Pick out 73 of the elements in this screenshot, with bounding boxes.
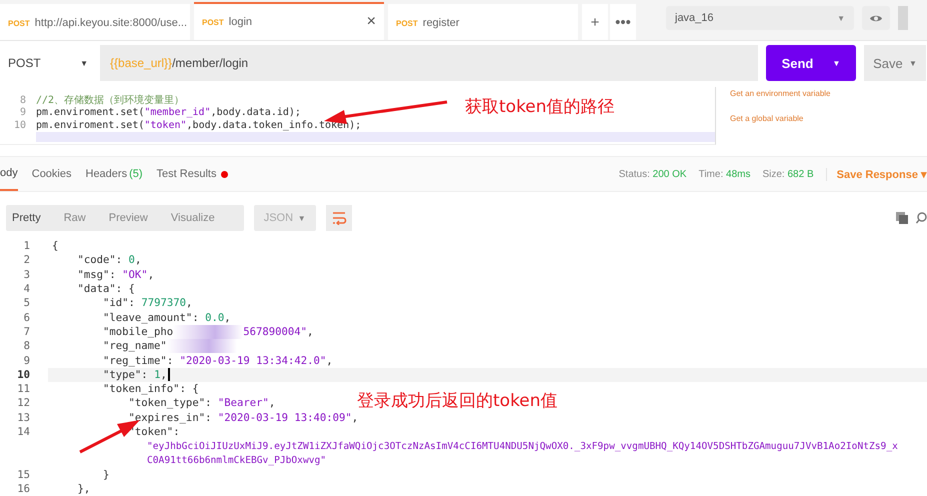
code-line: "reg_time": "2020-03-19 13:34:42.0",: [102, 354, 333, 367]
snippet-link[interactable]: Get an environment variable: [730, 89, 830, 98]
annotation-text: 登录成功后返回的token值: [357, 390, 558, 412]
method-select[interactable]: POST ▼: [0, 45, 100, 81]
code-line: "expires_in": "2020-03-19 13:40:09",: [128, 412, 358, 424]
code-line: "mobile_pho 567890004",: [102, 324, 314, 339]
line-number: 9: [18, 107, 27, 118]
tab-action-button[interactable]: •••: [610, 4, 636, 40]
copy-icon[interactable]: [896, 212, 908, 224]
line-number: 12: [16, 397, 30, 410]
eye-button[interactable]: [862, 6, 890, 30]
code-line: },: [76, 483, 90, 496]
request-tab[interactable]: POST register: [388, 4, 578, 40]
response-meta: Status: 200 OK: [618, 168, 687, 180]
code-line: }: [102, 468, 110, 481]
code-line: "token_type": "Bearer",: [128, 397, 276, 410]
code-line: pm.enviroment.set("token",body.data.token_info.token);: [36, 120, 362, 131]
send-button[interactable]: Send ▼: [766, 45, 856, 81]
environment-select[interactable]: java_16 ▼: [666, 6, 854, 30]
response-meta: Size: 682 B: [762, 168, 814, 180]
line-number: 5: [22, 297, 30, 310]
code-line: "eyJhbGciOiJIUzUxMiJ9.eyJtZW1iZXJfaWQiOjc3OTczNzAsImV4cCI6MTU4NDU5NjQwOX0._3xF9pw_vvgmUBHQ_KQy14OV5DSHTbZGAmuguu7JVvB1Ao2IoNtZs9_x: [146, 440, 898, 452]
code-line: "reg_name": [52, 339, 237, 354]
code-line: "token":: [128, 426, 180, 438]
save-button[interactable]: Save ▼: [864, 45, 926, 81]
url-field[interactable]: {{base_url}}/member/login: [100, 45, 758, 81]
eye-icon: [869, 14, 883, 22]
line-number: 4: [22, 283, 30, 296]
line-number: 6: [22, 312, 30, 324]
annotation-text: 获取token值的路径: [465, 96, 615, 118]
code-line: {: [52, 240, 58, 252]
wrap-lines-button[interactable]: [326, 205, 352, 231]
response-tab[interactable]: ody: [0, 157, 18, 191]
request-tab[interactable]: POST login ×: [194, 2, 384, 40]
search-icon[interactable]: [916, 212, 927, 224]
tab-action-button[interactable]: +: [582, 4, 608, 40]
code-line: "code": 0,: [76, 254, 142, 266]
code-line: "id": 7797370,: [102, 297, 192, 310]
code-line: C0A91tt66b6nmlmCkEBGv_PJbOxwvg": [146, 455, 326, 466]
response-tab[interactable]: Test Results: [156, 157, 228, 191]
line-number: 13: [16, 412, 30, 424]
view-mode-tab[interactable]: Pretty: [12, 212, 54, 224]
line-number: 10: [12, 120, 27, 131]
code-line: "token_info": {: [102, 383, 199, 396]
line-number: 15: [16, 468, 30, 481]
line-number: 8: [18, 94, 27, 106]
view-mode-tab[interactable]: Raw: [64, 212, 99, 224]
request-tab[interactable]: POST http://api.keyou.site:8000/use...: [0, 4, 190, 40]
response-tab[interactable]: Cookies: [32, 157, 72, 191]
code-line: "type": 1,: [52, 368, 170, 382]
code-line: "data": {: [76, 283, 135, 296]
code-line: //2、存储数据（到环境变量里）: [36, 94, 184, 107]
code-line: "msg": "OK",: [76, 268, 154, 281]
line-number: 2: [22, 254, 30, 266]
response-tab[interactable]: Headers (5): [86, 157, 143, 191]
format-select[interactable]: JSON ▼: [254, 205, 316, 231]
view-mode-tab[interactable]: Preview: [108, 212, 161, 224]
line-number: 1: [22, 240, 30, 252]
close-tab-button[interactable]: ×: [366, 13, 376, 31]
snippet-link[interactable]: Get a global variable: [730, 114, 830, 123]
line-number: 8: [22, 340, 30, 352]
line-number: 9: [22, 354, 30, 367]
line-number: 3: [22, 268, 30, 281]
line-number: 7: [22, 326, 30, 338]
response-meta: Time: 48ms: [698, 168, 750, 180]
line-number: 11: [16, 383, 30, 396]
code-line: pm.enviroment.set("member_id",body.data.id);: [36, 107, 301, 118]
line-number: 10: [16, 368, 30, 381]
view-mode-tab[interactable]: Visualize: [170, 212, 228, 224]
wrap-lines-icon: [330, 211, 347, 225]
code-line: "leave_amount": 0.0,: [102, 312, 231, 324]
line-number: 14: [16, 426, 30, 438]
line-number: 16: [16, 483, 30, 496]
